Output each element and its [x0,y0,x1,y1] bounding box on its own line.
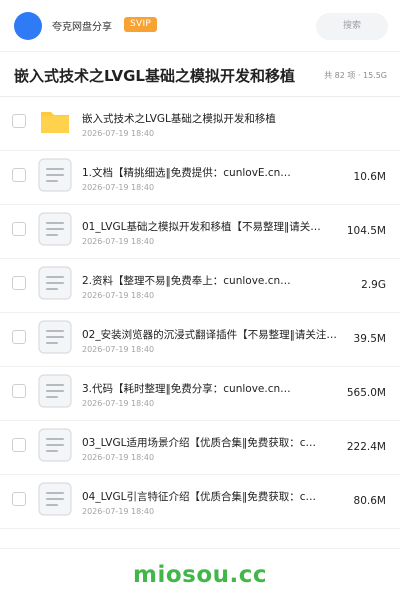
share-source-label: 夸克网盘分享 [52,22,112,33]
list-item[interactable]: 2.资料【整理不易‖免费奉上：cunlove.cn… 2026-07-19 18:… [0,259,400,313]
list-item[interactable]: 01_LVGL基础之模拟开发和移植【不易整理‖请关… 2026-07-19 18:… [0,205,400,259]
file-date: 2026-07-19 18:40 [82,453,155,462]
folder-icon [38,104,72,138]
file-size: 565.0M [346,387,386,399]
list-item[interactable]: 04_LVGL引言特征介绍【优质合集‖免费获取：c… 2026-07-19 18:… [0,475,400,529]
list-item[interactable]: 嵌入式技术之LVGL基础之模拟开发和移植 2026-07-19 18:40 [0,97,400,151]
file-name: 03_LVGL适用场景介绍【优质合集‖免费获取：c… [82,437,316,449]
top-bar: 夸克网盘分享 SVIP 搜索 [0,0,400,52]
list-item[interactable]: 3.代码【耗时整理‖免费分享：cunlove.cn… 2026-07-19 18:… [0,367,400,421]
file-size: 104.5M [346,225,386,237]
svip-badge: SVIP [124,17,158,32]
file-name: 3.代码【耗时整理‖免费分享：cunlove.cn… [82,383,291,395]
file-name: 1.文档【精挑细选‖免费提供：cunlovE.cn… [82,167,291,179]
checkbox[interactable] [12,168,26,182]
checkbox[interactable] [12,276,26,290]
list-item[interactable]: 1.文档【精挑细选‖免费提供：cunlovE.cn… 2026-07-19 18:… [0,151,400,205]
file-size: 10.6M [353,171,386,183]
file-date: 2026-07-19 18:40 [82,291,155,300]
checkbox[interactable] [12,438,26,452]
checkbox[interactable] [12,330,26,344]
file-date: 2026-07-19 18:40 [82,507,155,516]
list-item[interactable]: 02_安装浏览器的沉浸式翻译插件【不易整理‖请关注… 2026-07-19 18:… [0,313,400,367]
checkbox[interactable] [12,384,26,398]
list-item[interactable]: 03_LVGL适用场景介绍【优质合集‖免费获取：c… 2026-07-19 18:… [0,421,400,475]
document-icon [38,482,72,516]
search-input[interactable]: 搜索 [316,13,388,40]
document-icon [38,212,72,246]
checkbox[interactable] [12,114,26,128]
document-icon [38,266,72,300]
file-size: 80.6M [353,495,386,507]
document-icon [38,374,72,408]
file-size: 222.4M [346,441,386,453]
avatar[interactable] [14,12,42,40]
file-name: 嵌入式技术之LVGL基础之模拟开发和移植 [82,113,276,125]
file-date: 2026-07-19 18:40 [82,237,155,246]
file-date: 2026-07-19 18:40 [82,345,155,354]
file-date: 2026-07-19 18:40 [82,399,155,408]
file-size: 39.5M [353,333,386,345]
file-date: 2026-07-19 18:40 [82,129,155,138]
watermark: miosou.cc [132,562,268,588]
file-name: 04_LVGL引言特征介绍【优质合集‖免费获取：c… [82,491,316,503]
document-icon [38,320,72,354]
page-title: 嵌入式技术之LVGL基础之模拟开发和移植 [14,67,295,85]
divider [0,548,400,549]
checkbox[interactable] [12,222,26,236]
checkbox[interactable] [12,492,26,506]
folder-header: 嵌入式技术之LVGL基础之模拟开发和移植 共 82 项 · 15.5G [0,53,400,97]
file-name: 2.资料【整理不易‖免费奉上：cunlove.cn… [82,275,291,287]
file-date: 2026-07-19 18:40 [82,183,155,192]
file-name: 02_安装浏览器的沉浸式翻译插件【不易整理‖请关注… [82,329,337,341]
document-icon [38,158,72,192]
file-size: 2.9G [361,279,386,291]
folder-meta: 共 82 项 · 15.5G [324,71,387,80]
document-icon [38,428,72,462]
file-name: 01_LVGL基础之模拟开发和移植【不易整理‖请关… [82,221,321,233]
